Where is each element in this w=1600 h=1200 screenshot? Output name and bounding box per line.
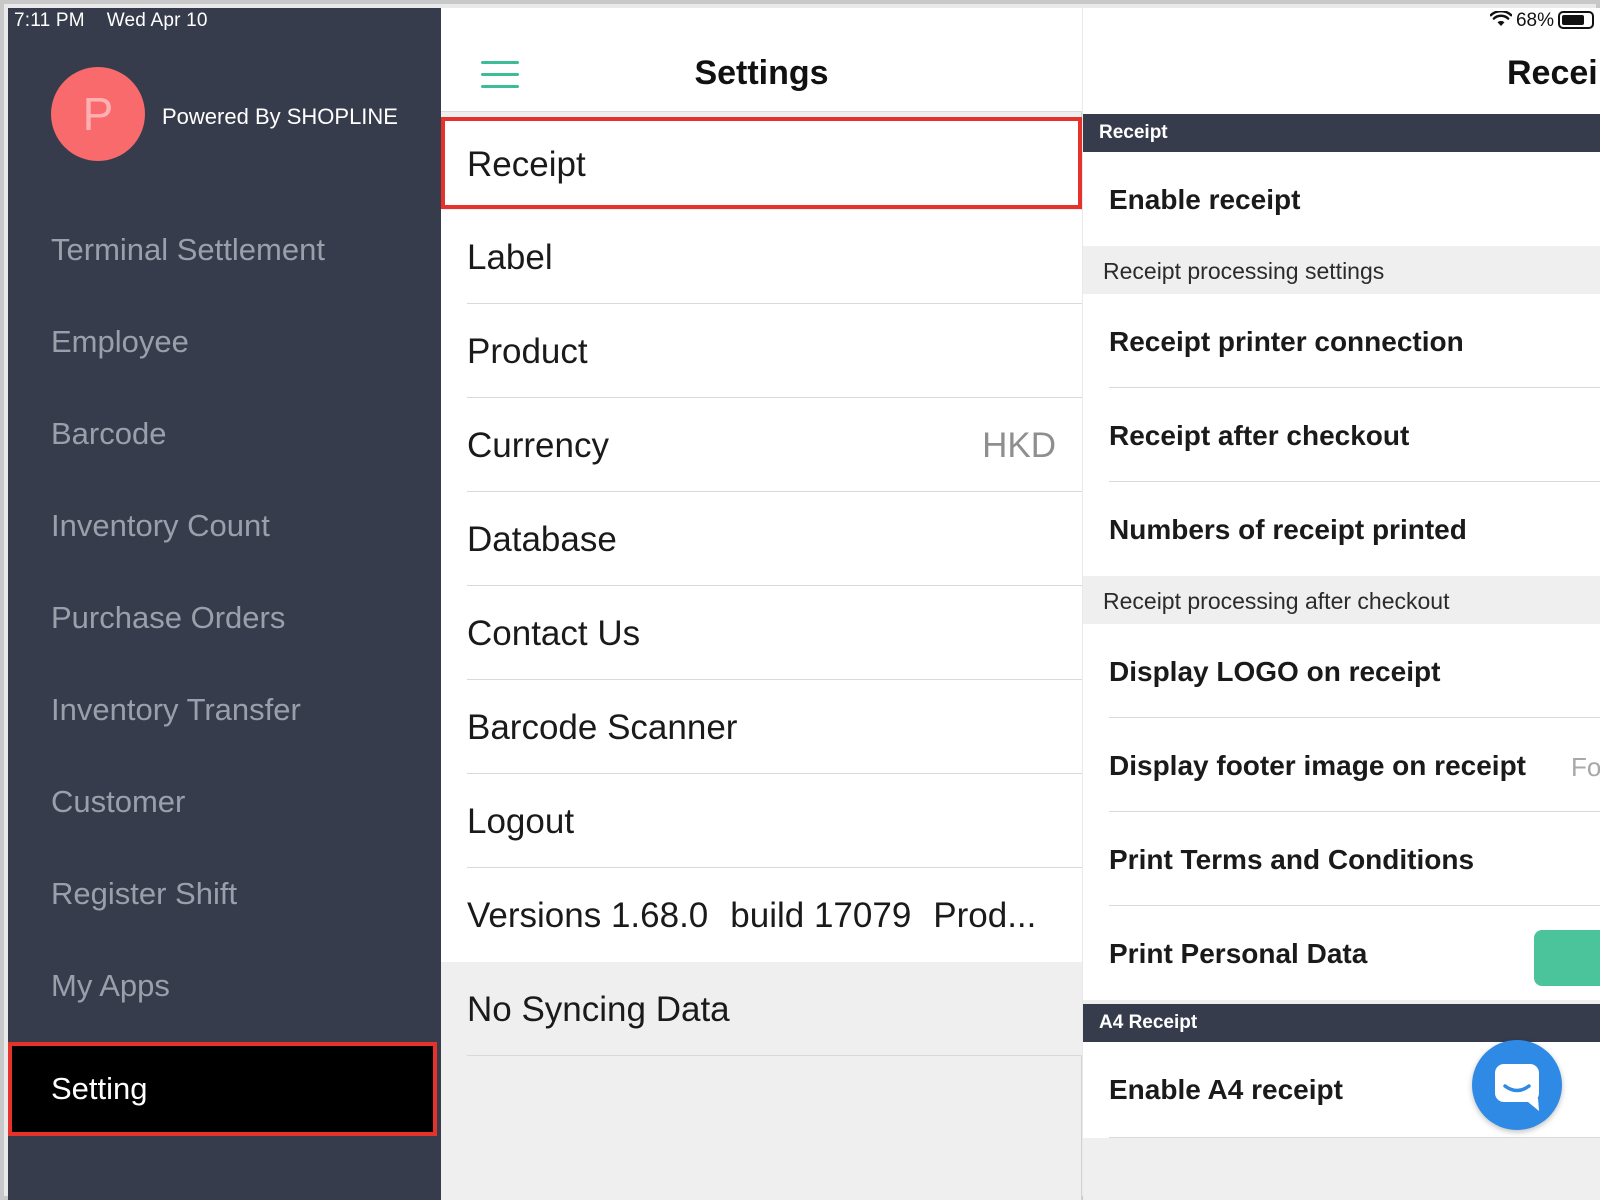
row-label: Enable receipt [1109,184,1301,215]
divider [467,1055,1082,1056]
settings-item-label-text: Label [467,238,553,277]
row-enable-receipt[interactable]: Enable receipt [1083,152,1600,246]
row-label: Display footer image on receipt [1109,750,1526,781]
sidebar-item-terminal-settlement[interactable]: Terminal Settlement [8,203,441,297]
page-title: Settings [694,54,829,92]
row-numbers-of-receipt-printed[interactable]: Numbers of receipt printed [1083,482,1600,576]
battery-percent: 68% [1515,10,1554,31]
row-label: Numbers of receipt printed [1109,514,1467,545]
settings-item-label-text: Logout [467,802,575,841]
row-label: Print Personal Data [1109,938,1368,969]
sidebar-item-purchase-orders[interactable]: Purchase Orders [8,571,441,665]
section-receipt-after-checkout: Receipt processing after checkout [1083,576,1600,624]
row-print-personal-data[interactable]: Print Personal Data [1083,906,1600,1000]
sidebar-item-setting[interactable]: Setting [8,1042,437,1136]
settings-item-label: Receipt [467,145,586,184]
sidebar-item-register-shift[interactable]: Register Shift [8,847,441,941]
sidebar-item-customer[interactable]: Customer [8,755,441,849]
sidebar: 7:11 PM Wed Apr 10 P Powered By SHOPLINE … [8,8,441,1200]
footer-image-value: Foo [1571,752,1600,782]
row-label: Receipt after checkout [1109,420,1410,451]
settings-item-label-text: Contact Us [467,614,641,653]
settings-item-label-text: Product [467,332,588,371]
version-label: Versions 1.68.0 build 17079 Prod... [467,896,1058,936]
section-receipt-processing: Receipt processing settings [1083,246,1600,294]
settings-item-contact-us[interactable]: Contact Us [441,586,1082,680]
section-receipt: Receipt [1083,114,1600,152]
status-date: Wed Apr 10 [106,10,208,31]
status-time: 7:11 PM [14,10,85,31]
settings-item-product[interactable]: Product [441,304,1082,398]
settings-item-label-text: Currency [467,426,609,465]
build-number: build 17079 [730,896,912,935]
version-info: Versions 1.68.0 build 17079 Prod... [441,868,1082,962]
settings-pane: Settings Receipt Label Product Currency … [441,8,1082,1200]
receipt-header: 68% Receip [1083,8,1600,114]
settings-item-logout[interactable]: Logout [441,774,1082,868]
sync-status: No Syncing Data [441,962,1082,1056]
settings-item-label-text: Barcode Scanner [467,708,738,747]
personal-data-toggle[interactable] [1534,930,1600,986]
sidebar-item-inventory-transfer[interactable]: Inventory Transfer [8,663,441,757]
receipt-settings-pane: 68% Receip Receipt Enable receipt Receip… [1083,8,1600,1200]
sync-status-label: No Syncing Data [467,990,730,1029]
row-receipt-after-checkout[interactable]: Receipt after checkout [1083,388,1600,482]
sidebar-item-employee[interactable]: Employee [8,295,441,389]
row-label: Receipt printer connection [1109,326,1464,357]
chat-support-button[interactable] [1472,1040,1562,1130]
row-display-logo[interactable]: Display LOGO on receipt [1083,624,1600,718]
sidebar-item-my-apps[interactable]: My Apps [8,939,441,1033]
wifi-icon [1489,11,1512,26]
row-label: Enable A4 receipt [1109,1074,1343,1105]
status-bar-left: 7:11 PM Wed Apr 10 [14,10,208,32]
row-print-terms[interactable]: Print Terms and Conditions [1083,812,1600,906]
row-label: Print Terms and Conditions [1109,844,1475,875]
avatar[interactable]: P [51,67,145,161]
environment-label: Prod... [933,896,1037,935]
battery-icon [1558,11,1594,29]
divider [1109,1137,1600,1138]
powered-by-label: Powered By SHOPLINE [162,104,398,129]
settings-header: Settings [441,8,1082,112]
currency-value: HKD [982,426,1056,465]
settings-item-barcode-scanner[interactable]: Barcode Scanner [441,680,1082,774]
sidebar-item-barcode[interactable]: Barcode [8,387,441,481]
status-bar-right: 68% [1489,10,1594,32]
section-a4-receipt: A4 Receipt [1083,1004,1600,1042]
sidebar-item-inventory-count[interactable]: Inventory Count [8,479,441,573]
row-display-footer-image[interactable]: Display footer image on receipt Foo [1083,718,1600,812]
settings-item-label-text: Database [467,520,617,559]
hamburger-menu-icon[interactable] [481,61,519,89]
settings-item-receipt[interactable]: Receipt [441,117,1082,209]
version-number: Versions 1.68.0 [467,896,709,935]
chat-icon [1495,1064,1539,1111]
settings-item-label[interactable]: Label [441,210,1082,304]
settings-item-currency[interactable]: Currency HKD [441,398,1082,492]
settings-item-database[interactable]: Database [441,492,1082,586]
row-receipt-printer-connection[interactable]: Receipt printer connection [1083,294,1600,388]
receipt-title: Receip [1507,54,1600,92]
row-label: Display LOGO on receipt [1109,656,1441,687]
